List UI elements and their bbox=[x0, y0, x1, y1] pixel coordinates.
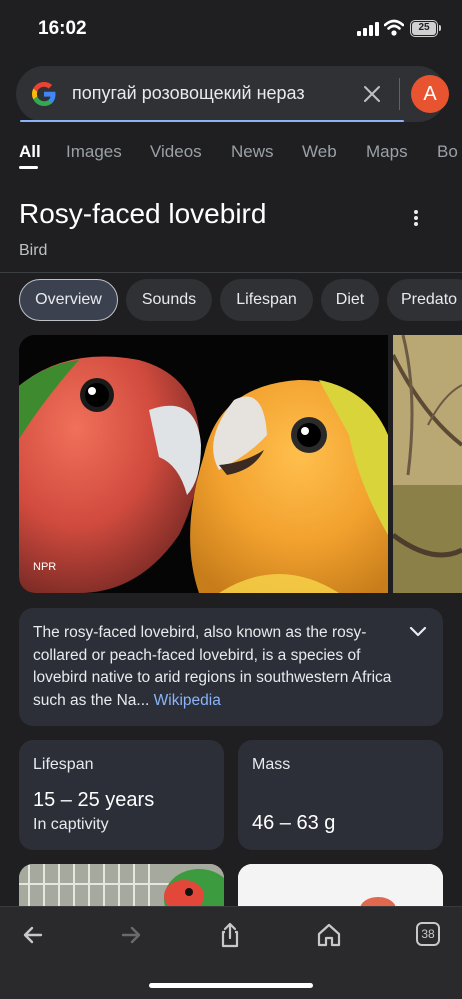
mass-card[interactable]: Mass 46 – 63 g bbox=[238, 740, 443, 850]
tabs-count-button[interactable]: 38 bbox=[416, 922, 440, 946]
entity-subtitle: Bird bbox=[19, 242, 48, 259]
description-text: The rosy-faced lovebird, also known as t… bbox=[33, 622, 405, 712]
branches-image bbox=[393, 335, 462, 593]
search-tabs: All Images Videos News Web Maps Bo bbox=[0, 136, 462, 176]
search-divider bbox=[399, 78, 400, 110]
home-indicator bbox=[149, 983, 313, 988]
photo-source: NPR bbox=[33, 561, 57, 573]
home-icon[interactable] bbox=[315, 921, 343, 949]
search-bar[interactable]: попугай розовощекий нераз A bbox=[16, 66, 449, 122]
status-bar: 16:02 25 bbox=[0, 0, 462, 56]
chevron-down-icon[interactable] bbox=[409, 624, 427, 638]
more-options-icon[interactable] bbox=[406, 206, 426, 230]
lifespan-label: Lifespan bbox=[33, 756, 94, 773]
browser-toolbar: 38 bbox=[0, 906, 462, 999]
chip-diet[interactable]: Diet bbox=[321, 279, 379, 321]
back-arrow-icon[interactable] bbox=[19, 921, 47, 949]
cellular-signal-icon bbox=[357, 22, 379, 36]
active-tab-indicator bbox=[19, 166, 38, 169]
chip-sounds[interactable]: Sounds bbox=[126, 279, 212, 321]
bird-photo-secondary[interactable] bbox=[393, 335, 462, 593]
tab-videos[interactable]: Videos bbox=[150, 142, 202, 162]
tab-books[interactable]: Bo bbox=[437, 142, 458, 162]
battery-tip bbox=[439, 25, 441, 31]
lifespan-card[interactable]: Lifespan 15 – 25 years In captivity bbox=[19, 740, 224, 850]
loading-progress-bar bbox=[20, 120, 404, 122]
mass-label: Mass bbox=[252, 756, 291, 773]
lifespan-value: 15 – 25 years bbox=[33, 789, 155, 811]
mass-value: 46 – 63 g bbox=[252, 812, 336, 834]
entity-title: Rosy-faced lovebird bbox=[19, 198, 267, 229]
bird-photo[interactable]: NPR bbox=[19, 335, 388, 593]
search-input[interactable]: попугай розовощекий нераз bbox=[72, 83, 344, 104]
page: 16:02 25 попугай розовощекий нераз A All… bbox=[0, 0, 462, 999]
chip-predators[interactable]: Predato bbox=[387, 279, 462, 321]
account-avatar[interactable]: A bbox=[411, 75, 449, 113]
description-card[interactable]: The rosy-faced lovebird, also known as t… bbox=[19, 608, 443, 726]
tab-images[interactable]: Images bbox=[66, 142, 122, 162]
lovebirds-image bbox=[19, 335, 388, 593]
wikipedia-link[interactable]: Wikipedia bbox=[154, 692, 221, 709]
header-divider bbox=[0, 272, 462, 273]
forward-arrow-icon[interactable] bbox=[117, 921, 145, 949]
battery-indicator: 25 bbox=[410, 20, 438, 37]
clear-icon[interactable] bbox=[360, 82, 384, 106]
chip-overview[interactable]: Overview bbox=[19, 279, 118, 321]
tab-news[interactable]: News bbox=[231, 142, 274, 162]
tab-all[interactable]: All bbox=[19, 142, 41, 162]
topic-chips: Overview Sounds Lifespan Diet Predato bbox=[0, 279, 462, 323]
google-logo-icon bbox=[32, 82, 56, 106]
description-ellipsis: ... bbox=[136, 691, 150, 709]
battery-level: 25 bbox=[412, 22, 436, 35]
tab-maps[interactable]: Maps bbox=[366, 142, 408, 162]
chip-lifespan[interactable]: Lifespan bbox=[220, 279, 313, 321]
lifespan-note: In captivity bbox=[33, 816, 109, 833]
share-icon[interactable] bbox=[216, 921, 244, 949]
tab-web[interactable]: Web bbox=[302, 142, 337, 162]
status-time: 16:02 bbox=[38, 18, 87, 39]
wifi-icon bbox=[384, 19, 404, 36]
